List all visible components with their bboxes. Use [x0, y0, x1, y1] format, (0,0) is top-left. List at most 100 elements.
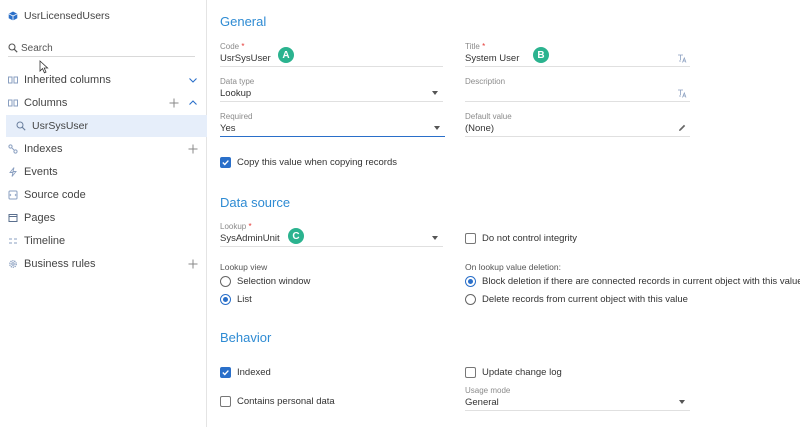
sidebar-item-source-code[interactable]: Source code: [0, 184, 207, 206]
update-change-log-label: Update change log: [482, 367, 562, 378]
update-change-log-checkbox[interactable]: Update change log: [465, 367, 562, 378]
usage-mode-value: General: [465, 397, 499, 408]
lookup-label: Lookup: [220, 222, 247, 231]
columns-icon: [8, 98, 18, 108]
search-placeholder: Search: [21, 42, 53, 54]
data-type-value: Lookup: [220, 88, 252, 99]
column-properties-panel: General Code * UsrSysUser A Title * Syst…: [208, 0, 800, 427]
sidebar-item-events[interactable]: Events: [0, 161, 207, 183]
add-index-plus-icon[interactable]: [187, 143, 199, 155]
title-label: Title: [465, 42, 480, 51]
description-field[interactable]: Description: [465, 77, 690, 102]
add-rule-plus-icon[interactable]: [187, 258, 199, 270]
sidebar-item-pages[interactable]: Pages: [0, 207, 207, 229]
lightning-icon: [8, 167, 18, 177]
sidebar-item-indexes[interactable]: Indexes: [0, 138, 207, 160]
sidebar-item-label: Pages: [24, 212, 56, 224]
page-icon: [8, 213, 18, 223]
sidebar-item-label: Timeline: [24, 235, 66, 247]
object-cube-icon: [8, 11, 18, 21]
radio-label: List: [237, 294, 252, 305]
chevron-down-icon[interactable]: [187, 74, 199, 86]
checkbox-checked-icon[interactable]: [220, 157, 231, 168]
section-title-behavior: Behavior: [220, 330, 272, 345]
radio-label: Selection window: [237, 276, 311, 287]
radio-label: Delete records from current object with …: [482, 294, 688, 305]
pencil-icon[interactable]: [676, 123, 688, 133]
do-not-control-integrity-checkbox[interactable]: Do not control integrity: [465, 233, 577, 244]
indexed-label: Indexed: [237, 367, 271, 378]
radio-delete-records[interactable]: Delete records from current object with …: [465, 294, 688, 305]
gear-icon: [8, 259, 18, 269]
indexed-checkbox[interactable]: Indexed: [220, 367, 271, 378]
on-deletion-label: On lookup value deletion:: [465, 262, 561, 272]
usage-mode-select[interactable]: Usage mode General: [465, 386, 690, 411]
sidebar-item-label: Business rules: [24, 258, 96, 270]
translate-icon[interactable]: [676, 53, 688, 63]
sidebar-item-label: Events: [24, 166, 58, 178]
copy-value-checkbox[interactable]: Copy this value when copying records: [220, 157, 397, 168]
data-type-select[interactable]: Data type Lookup: [220, 77, 443, 102]
source-code-icon: [8, 190, 18, 200]
translate-icon[interactable]: [676, 88, 688, 98]
radio-unselected-icon[interactable]: [220, 276, 231, 287]
lookup-value: SysAdminUnit: [220, 233, 280, 244]
sidebar-item-columns[interactable]: Columns: [0, 92, 207, 114]
annotation-badge-c: C: [288, 228, 304, 244]
dropdown-caret-icon[interactable]: [429, 233, 441, 243]
sidebar-item-label: Indexes: [24, 143, 63, 155]
sidebar: UsrLicensedUsers Search Inherited column…: [0, 0, 207, 427]
radio-list[interactable]: List: [220, 294, 252, 305]
dropdown-caret-icon[interactable]: [431, 123, 443, 133]
annotation-badge-b: B: [533, 47, 549, 63]
sidebar-item-timeline[interactable]: Timeline: [0, 230, 207, 252]
data-type-label: Data type: [220, 77, 255, 86]
do-not-control-integrity-label: Do not control integrity: [482, 233, 578, 244]
required-select[interactable]: Required Yes: [220, 112, 445, 137]
default-value-label: Default value: [465, 112, 512, 121]
sidebar-item-label: Source code: [24, 189, 86, 201]
title-value: System User: [465, 53, 520, 64]
chevron-up-icon[interactable]: [187, 97, 199, 109]
code-value: UsrSysUser: [220, 53, 271, 64]
contains-personal-data-label: Contains personal data: [237, 396, 335, 407]
radio-selection-window[interactable]: Selection window: [220, 276, 310, 287]
dropdown-caret-icon[interactable]: [676, 397, 688, 407]
required-label: Required: [220, 112, 253, 121]
sidebar-item-inherited-columns[interactable]: Inherited columns: [0, 69, 207, 91]
add-column-plus-icon[interactable]: [168, 97, 180, 109]
checkbox-checked-icon[interactable]: [220, 367, 231, 378]
checkbox-unchecked-icon[interactable]: [465, 367, 476, 378]
copy-value-label: Copy this value when copying records: [237, 157, 398, 168]
title-field[interactable]: Title * System User: [465, 42, 690, 67]
default-value-value: (None): [465, 123, 495, 134]
usage-mode-label: Usage mode: [465, 386, 511, 395]
search-icon: [8, 43, 18, 53]
column-name: UsrSysUser: [32, 120, 89, 132]
lookup-select[interactable]: Lookup * SysAdminUnit: [220, 222, 443, 247]
search-icon: [16, 121, 26, 131]
object-header: UsrLicensedUsers: [8, 9, 110, 23]
radio-selected-icon[interactable]: [465, 276, 476, 287]
checkbox-unchecked-icon[interactable]: [220, 396, 231, 407]
columns-icon: [8, 75, 18, 85]
required-mark: *: [482, 42, 486, 51]
sidebar-column-usrsysuser[interactable]: UsrSysUser: [6, 115, 207, 137]
radio-label: Block deletion if there are connected re…: [482, 276, 800, 287]
section-title-general: General: [220, 14, 267, 29]
sidebar-item-business-rules[interactable]: Business rules: [0, 253, 207, 275]
search-input[interactable]: Search: [8, 40, 195, 57]
section-title-data-source: Data source: [220, 195, 291, 210]
required-mark: *: [241, 42, 245, 51]
checkbox-unchecked-icon[interactable]: [465, 233, 476, 244]
dropdown-caret-icon[interactable]: [429, 88, 441, 98]
description-label: Description: [465, 77, 506, 86]
radio-unselected-icon[interactable]: [465, 294, 476, 305]
radio-selected-icon[interactable]: [220, 294, 231, 305]
annotation-badge-a: A: [278, 47, 294, 63]
contains-personal-data-checkbox[interactable]: Contains personal data: [220, 396, 335, 407]
code-field[interactable]: Code * UsrSysUser: [220, 42, 443, 67]
radio-block-deletion[interactable]: Block deletion if there are connected re…: [465, 276, 800, 287]
object-name: UsrLicensedUsers: [24, 10, 110, 22]
default-value-field[interactable]: Default value (None): [465, 112, 690, 137]
